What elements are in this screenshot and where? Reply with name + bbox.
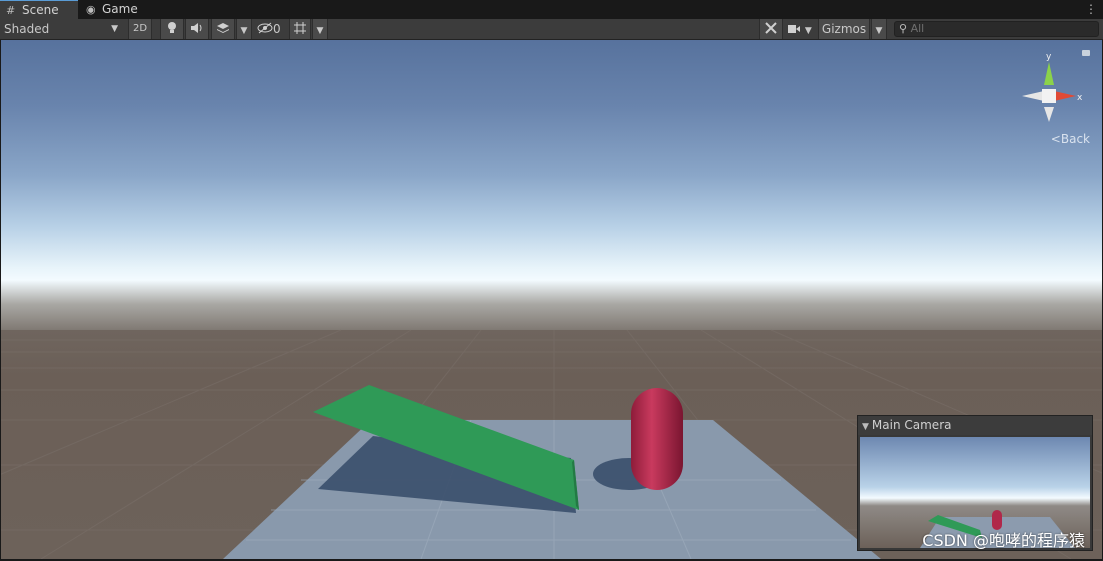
red-capsule[interactable] [631, 388, 683, 490]
center-cube[interactable] [1042, 89, 1056, 103]
scene-visibility-toggle[interactable]: 0 [257, 19, 287, 39]
tab-game[interactable]: ◉ Game [80, 0, 150, 19]
y-axis-cone[interactable] [1044, 62, 1054, 85]
tab-scene-label: Scene [22, 3, 59, 17]
gamepad-icon: ◉ [86, 3, 96, 16]
watermark-text: CSDN @咆哮的程序猿 [922, 531, 1085, 550]
grid-snap-icon [294, 22, 306, 34]
editor-tab-bar: # Scene ◉ Game ⋮ [0, 0, 1103, 19]
hidden-count: 0 [273, 22, 281, 36]
chevron-down-icon: ▼ [111, 24, 118, 34]
hidden-eye-icon [257, 22, 273, 34]
neg-x-axis-cone[interactable] [1022, 91, 1044, 101]
video-camera-icon [788, 25, 800, 33]
gizmos-dropdown[interactable]: ▼ [871, 19, 887, 39]
grid-dropdown[interactable]: ▼ [312, 19, 328, 39]
orientation-text: Back [1060, 132, 1090, 146]
effects-dropdown[interactable]: ▼ [236, 19, 252, 39]
lightbulb-icon [168, 22, 176, 33]
toggle-2d-button[interactable]: 2D [128, 19, 152, 39]
search-icon: ⚲ [899, 22, 908, 35]
search-placeholder: All [910, 22, 925, 35]
camera-preview-title: Main Camera [871, 418, 952, 432]
x-axis-label: x [1077, 93, 1083, 103]
tab-scene[interactable]: # Scene [0, 0, 78, 19]
chevron-down-icon: ▼ [240, 26, 248, 36]
search-field[interactable]: ⚲ All [894, 21, 1099, 37]
scene-toolbar: Shaded ▼ 2D ▼ 0 ▼ ▼ Gizmos ▼ ⚲ All [0, 19, 1103, 40]
grid-icon: # [6, 4, 16, 17]
grid-toggle-button[interactable] [289, 19, 311, 39]
orientation-gizmo[interactable]: y x [1014, 50, 1084, 135]
tools-button[interactable] [759, 19, 783, 39]
audio-toggle-button[interactable] [185, 19, 209, 39]
more-options-icon[interactable]: ⋮ [1085, 0, 1097, 19]
chevron-down-icon: ▼ [875, 26, 883, 36]
back-arrow-icon: < [1050, 132, 1061, 146]
gizmos-button[interactable]: Gizmos [818, 19, 870, 39]
layers-icon [217, 23, 229, 33]
collapse-triangle-icon[interactable]: ▼ [862, 422, 869, 432]
lighting-toggle-button[interactable] [160, 19, 184, 39]
y-axis-label: y [1046, 52, 1052, 62]
tab-game-label: Game [102, 2, 138, 16]
shading-mode-label: Shaded [4, 22, 50, 36]
camera-preview-header[interactable]: ▼ Main Camera [858, 416, 1092, 435]
chevron-down-icon: ▼ [804, 26, 812, 36]
scene-viewport[interactable]: y x <Back ▼ Main Camera CSDN @咆哮的程序猿 [1, 40, 1102, 559]
effects-toggle-button[interactable] [211, 19, 235, 39]
x-axis-cone[interactable] [1054, 91, 1076, 101]
shading-mode-dropdown[interactable]: Shaded ▼ [4, 19, 122, 39]
speaker-icon [191, 23, 202, 33]
chevron-down-icon: ▼ [316, 26, 324, 36]
view-orientation-label[interactable]: <Back [1051, 132, 1090, 146]
tools-icon [765, 22, 777, 34]
neg-y-axis-cone[interactable] [1044, 107, 1054, 122]
camera-settings-dropdown[interactable]: ▼ [787, 19, 817, 39]
